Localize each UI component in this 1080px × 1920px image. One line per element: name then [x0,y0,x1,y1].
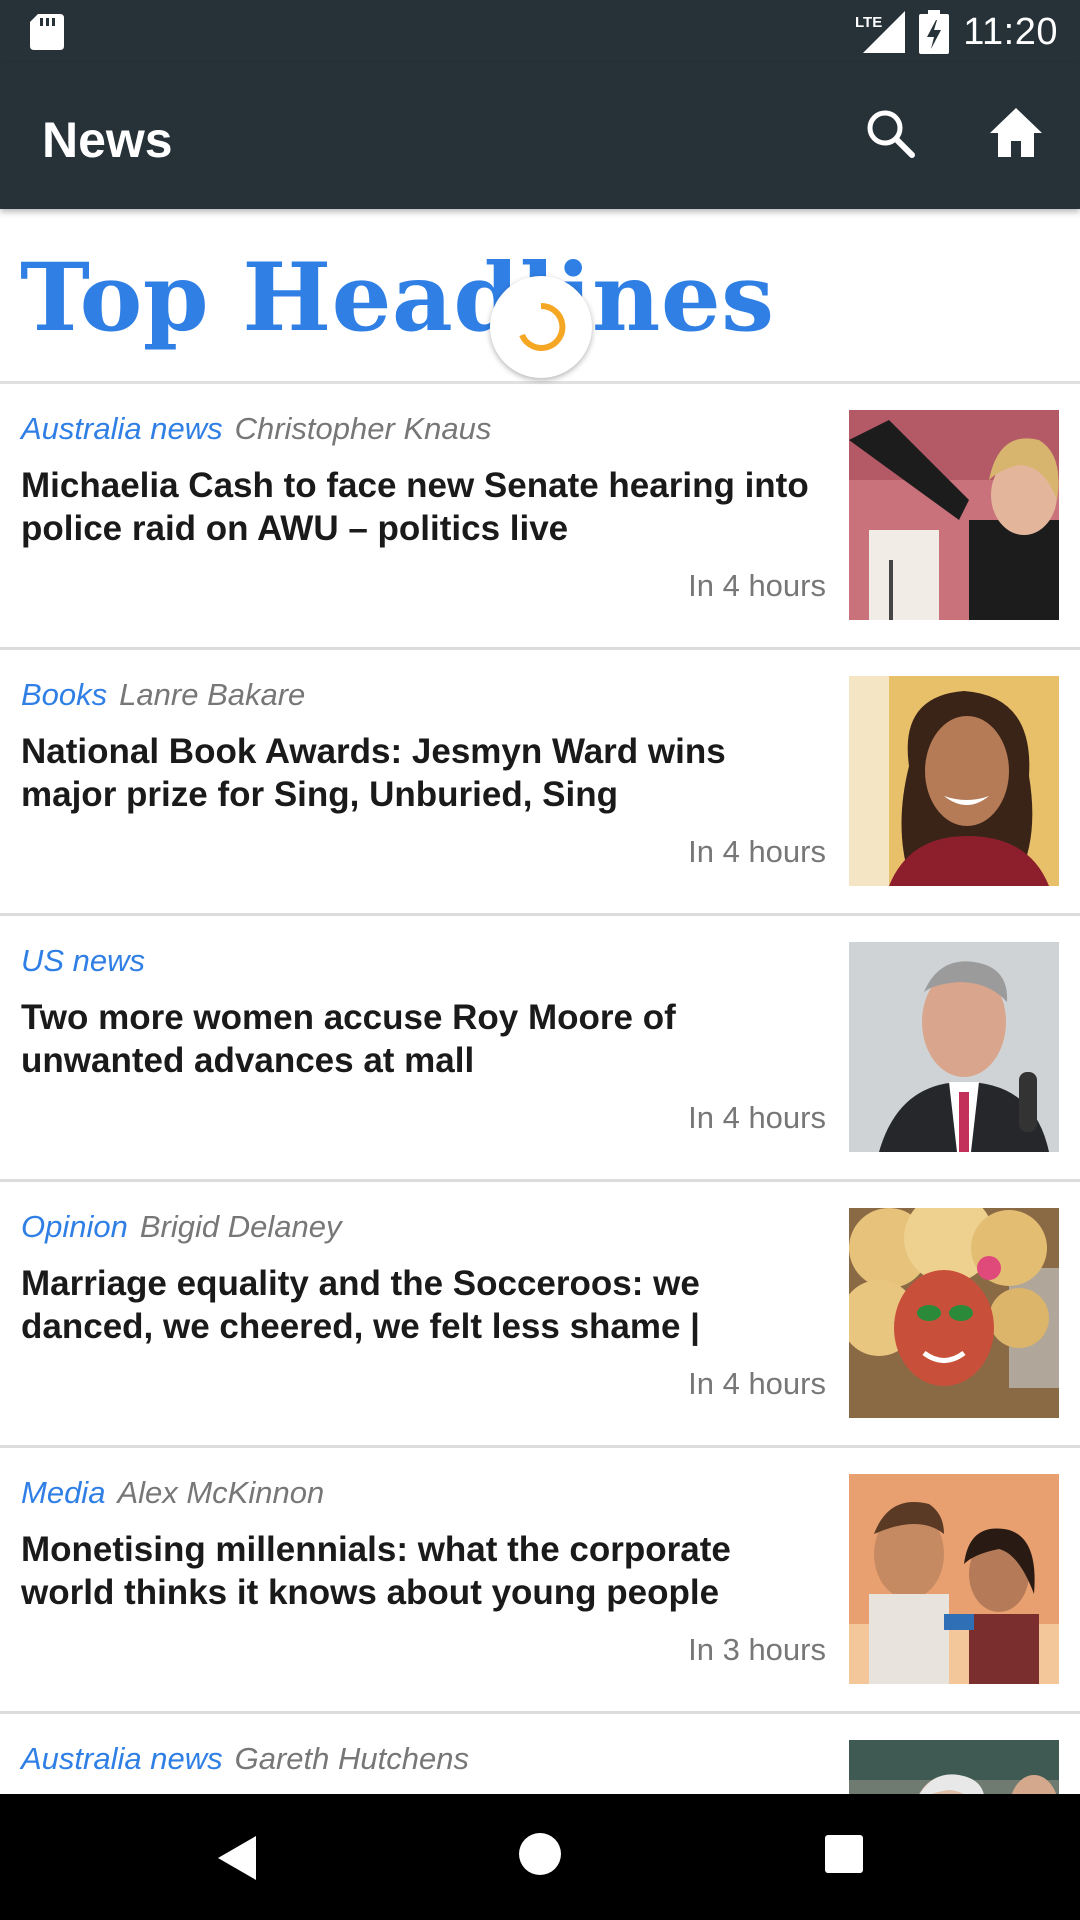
article-title: Two more women accuse Roy Moore of unwan… [21,998,676,1080]
home-circle-icon[interactable] [518,1832,562,1876]
article-meta: Books Lanre Bakare [21,677,305,713]
loading-spinner [490,276,592,378]
article-time: In 3 hours [688,1632,826,1667]
page-heading: Top Headlines [20,243,775,353]
article-item[interactable]: Australia news Christopher Knaus Michaeli… [0,384,1080,650]
article-thumbnail [849,1474,1059,1684]
article-item[interactable]: Media Alex McKinnon Monetising millennial… [0,1448,1080,1714]
article-author: Brigid Delaney [139,1209,342,1244]
status-clock: 11:20 [963,10,1058,53]
article-time: In 4 hours [688,1100,826,1135]
recents-icon[interactable] [824,1834,864,1874]
article-list: Australia news Christopher Knaus Michaeli… [0,384,1080,1794]
back-icon[interactable] [214,1832,260,1884]
content-area[interactable]: Top Headlines Australia news Christopher … [0,209,1080,1794]
article-section: Australia news [21,411,223,446]
article-title: Michaelia Cash to face new Senate hearin… [21,466,809,548]
article-thumbnail [849,942,1059,1152]
article-title: National Book Awards: Jesmyn Ward wins m… [21,732,726,814]
article-thumbnail [849,1208,1059,1418]
status-bar: LTE 11:20 [0,0,1080,63]
article-item[interactable]: Opinion Brigid Delaney Marriage equality … [0,1182,1080,1448]
sd-card-icon [30,14,64,50]
article-thumbnail [849,410,1059,620]
article-item[interactable]: Books Lanre Bakare National Book Awards: … [0,650,1080,916]
article-meta: Australia news Gareth Hutchens [21,1741,469,1777]
svg-text:LTE: LTE [855,14,882,31]
app-title: News [42,112,173,168]
article-author: Lanre Bakare [119,677,306,712]
article-time: In 4 hours [688,568,826,603]
article-section: Media [21,1475,106,1510]
search-icon[interactable] [860,103,920,163]
article-thumbnail [849,676,1059,886]
article-section: Opinion [21,1209,128,1244]
article-author: Gareth Hutchens [234,1741,469,1776]
article-item[interactable]: Australia news Gareth Hutchens [0,1714,1080,1794]
article-title: Monetising millennials: what the corpora… [21,1530,731,1612]
system-nav-bar [0,1794,1080,1920]
article-meta: Australia news Christopher Knaus [21,411,491,447]
article-meta: Opinion Brigid Delaney [21,1209,341,1245]
article-meta: US news [21,943,157,979]
article-title: Marriage equality and the Socceroos: we … [21,1264,700,1346]
article-thumbnail [849,1740,1059,1794]
article-time: In 4 hours [688,1366,826,1401]
article-item[interactable]: US news Two more women accuse Roy Moore … [0,916,1080,1182]
app-bar: News [0,63,1080,209]
article-section: US news [21,943,146,978]
battery-charging-icon [919,10,950,54]
article-author: Christopher Knaus [234,411,492,446]
article-section: Books [21,677,108,712]
status-icons: LTE 11:20 [855,8,1058,56]
article-section: Australia news [21,1741,223,1776]
article-meta: Media Alex McKinnon [21,1475,324,1511]
spinner-icon [519,302,566,351]
article-author: Alex McKinnon [117,1475,325,1510]
lte-signal-icon: LTE [855,11,906,53]
home-icon[interactable] [986,103,1046,163]
article-time: In 4 hours [688,834,826,869]
